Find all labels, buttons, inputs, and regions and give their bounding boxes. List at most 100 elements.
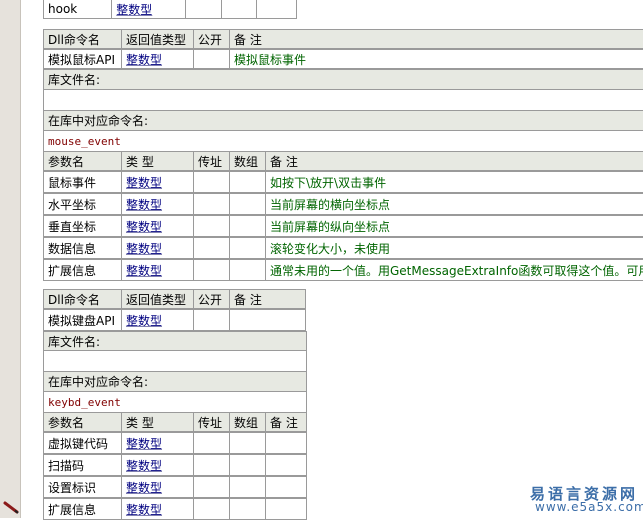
param-byref-cell[interactable] bbox=[185, 0, 222, 19]
param-array-cell[interactable] bbox=[229, 237, 266, 259]
pencil-icon bbox=[3, 501, 19, 514]
dll-command-keyboard: Dll命令名 返回值类型 公开 备 注 模拟键盘API 整数型 库文件名: 在库… bbox=[43, 289, 307, 520]
param-byref-header: 传址 bbox=[193, 412, 230, 432]
param-note-cell[interactable]: 当前屏幕的横向坐标点 bbox=[265, 193, 643, 215]
param-byref-cell[interactable] bbox=[193, 432, 230, 454]
param-array-header: 数组 bbox=[229, 412, 266, 432]
public-header: 公开 bbox=[193, 289, 230, 309]
param-row: 虚拟键代码 整数型 bbox=[43, 432, 307, 454]
param-note-header: 备 注 bbox=[265, 412, 307, 432]
param-byref-cell[interactable] bbox=[193, 237, 230, 259]
lib-file-value[interactable] bbox=[43, 89, 643, 111]
param-row: 设置标识 整数型 bbox=[43, 476, 307, 498]
param-byref-cell[interactable] bbox=[193, 259, 230, 281]
param-type-cell[interactable]: 整数型 bbox=[121, 498, 194, 520]
dll-name-header: Dll命令名 bbox=[43, 29, 122, 49]
lib-file-label: 库文件名: bbox=[43, 331, 307, 351]
param-byref-cell[interactable] bbox=[193, 193, 230, 215]
param-note-cell[interactable]: 滚轮变化大小，未使用 bbox=[265, 237, 643, 259]
site-watermark: 易语言资源网 www.e5a5x.com bbox=[502, 479, 643, 518]
param-byref-cell[interactable] bbox=[193, 215, 230, 237]
param-row: 水平坐标 整数型 当前屏幕的横向坐标点 bbox=[43, 193, 643, 215]
param-type-cell[interactable]: 整数型 bbox=[121, 237, 194, 259]
param-name-cell[interactable]: 鼠标事件 bbox=[43, 171, 122, 193]
param-name-cell[interactable]: hook bbox=[43, 0, 113, 19]
prev-param-table: hook 整数型 bbox=[43, 0, 298, 19]
param-row: 扩展信息 整数型 通常未用的一个值。用GetMessageExtraInfo函数… bbox=[43, 259, 643, 281]
param-type-cell[interactable]: 整数型 bbox=[121, 215, 194, 237]
entry-name-label: 在库中对应命令名: bbox=[43, 371, 307, 392]
dll-name-cell[interactable]: 模拟鼠标API bbox=[43, 49, 122, 69]
param-note-cell[interactable]: 通常未用的一个值。用GetMessageExtraInfo函数可取得这个值。可用… bbox=[265, 259, 643, 281]
public-cell[interactable] bbox=[193, 309, 230, 331]
param-name-cell[interactable]: 数据信息 bbox=[43, 237, 122, 259]
note-cell[interactable]: 模拟鼠标事件 bbox=[229, 49, 643, 69]
param-name-cell[interactable]: 垂直坐标 bbox=[43, 215, 122, 237]
param-name-header: 参数名 bbox=[43, 412, 122, 432]
param-type-cell[interactable]: 整数型 bbox=[121, 476, 194, 498]
param-array-cell[interactable] bbox=[220, 0, 257, 19]
param-name-cell[interactable]: 扩展信息 bbox=[43, 498, 122, 520]
param-type-cell[interactable]: 整数型 bbox=[111, 0, 187, 19]
param-type-cell[interactable]: 整数型 bbox=[121, 193, 194, 215]
dll-name-header: Dll命令名 bbox=[43, 289, 122, 309]
param-type-header: 类 型 bbox=[121, 151, 194, 171]
param-note-cell[interactable] bbox=[265, 498, 307, 520]
param-array-cell[interactable] bbox=[229, 259, 266, 281]
lib-file-value[interactable] bbox=[43, 350, 307, 372]
param-type-cell[interactable]: 整数型 bbox=[121, 432, 194, 454]
param-array-header: 数组 bbox=[229, 151, 266, 171]
param-note-cell[interactable] bbox=[265, 476, 307, 498]
dll-name-cell[interactable]: 模拟键盘API bbox=[43, 309, 122, 331]
note-header: 备 注 bbox=[229, 289, 306, 309]
entry-name-label: 在库中对应命令名: bbox=[43, 110, 643, 131]
param-array-cell[interactable] bbox=[229, 215, 266, 237]
public-header: 公开 bbox=[193, 29, 230, 49]
param-note-cell[interactable]: 当前屏幕的纵向坐标点 bbox=[265, 215, 643, 237]
param-type-cell[interactable]: 整数型 bbox=[121, 259, 194, 281]
param-type-cell[interactable]: 整数型 bbox=[121, 171, 194, 193]
param-note-header: 备 注 bbox=[265, 151, 643, 171]
param-note-cell[interactable] bbox=[265, 454, 307, 476]
param-row: 扫描码 整数型 bbox=[43, 454, 307, 476]
return-type-cell[interactable]: 整数型 bbox=[121, 49, 194, 69]
param-row: 扩展信息 整数型 bbox=[43, 498, 307, 520]
return-type-cell[interactable]: 整数型 bbox=[121, 309, 194, 331]
param-array-cell[interactable] bbox=[229, 432, 266, 454]
param-row: 数据信息 整数型 滚轮变化大小，未使用 bbox=[43, 237, 643, 259]
param-name-cell[interactable]: 设置标识 bbox=[43, 476, 122, 498]
param-array-cell[interactable] bbox=[229, 476, 266, 498]
return-type-header: 返回值类型 bbox=[121, 29, 194, 49]
param-name-cell[interactable]: 虚拟键代码 bbox=[43, 432, 122, 454]
param-type-header: 类 型 bbox=[121, 412, 194, 432]
param-type-cell[interactable]: 整数型 bbox=[121, 454, 194, 476]
param-name-header: 参数名 bbox=[43, 151, 122, 171]
param-row: 垂直坐标 整数型 当前屏幕的纵向坐标点 bbox=[43, 215, 643, 237]
param-row: 鼠标事件 整数型 如按下\放开\双击事件 bbox=[43, 171, 643, 193]
param-byref-header: 传址 bbox=[193, 151, 230, 171]
param-note-cell[interactable] bbox=[255, 0, 298, 19]
param-name-cell[interactable]: 扫描码 bbox=[43, 454, 122, 476]
param-byref-cell[interactable] bbox=[193, 454, 230, 476]
note-header: 备 注 bbox=[229, 29, 643, 49]
entry-name-value[interactable]: mouse_event bbox=[43, 130, 643, 152]
entry-name-value[interactable]: keybd_event bbox=[43, 391, 307, 413]
param-name-cell[interactable]: 水平坐标 bbox=[43, 193, 122, 215]
note-cell[interactable] bbox=[229, 309, 306, 331]
param-array-cell[interactable] bbox=[229, 498, 266, 520]
param-name-cell[interactable]: 扩展信息 bbox=[43, 259, 122, 281]
lib-file-label: 库文件名: bbox=[43, 69, 643, 90]
param-array-cell[interactable] bbox=[229, 454, 266, 476]
dll-command-mouse: Dll命令名 返回值类型 公开 备 注 模拟鼠标API 整数型 模拟鼠标事件 库… bbox=[43, 29, 643, 281]
param-byref-cell[interactable] bbox=[193, 476, 230, 498]
param-note-cell[interactable]: 如按下\放开\双击事件 bbox=[265, 171, 643, 193]
watermark-url: www.e5a5x.com bbox=[535, 500, 643, 514]
return-type-header: 返回值类型 bbox=[121, 289, 194, 309]
param-byref-cell[interactable] bbox=[193, 171, 230, 193]
param-note-cell[interactable] bbox=[265, 432, 307, 454]
param-array-cell[interactable] bbox=[229, 193, 266, 215]
param-byref-cell[interactable] bbox=[193, 498, 230, 520]
editor-left-gutter bbox=[0, 0, 21, 518]
public-cell[interactable] bbox=[193, 49, 230, 69]
param-array-cell[interactable] bbox=[229, 171, 266, 193]
